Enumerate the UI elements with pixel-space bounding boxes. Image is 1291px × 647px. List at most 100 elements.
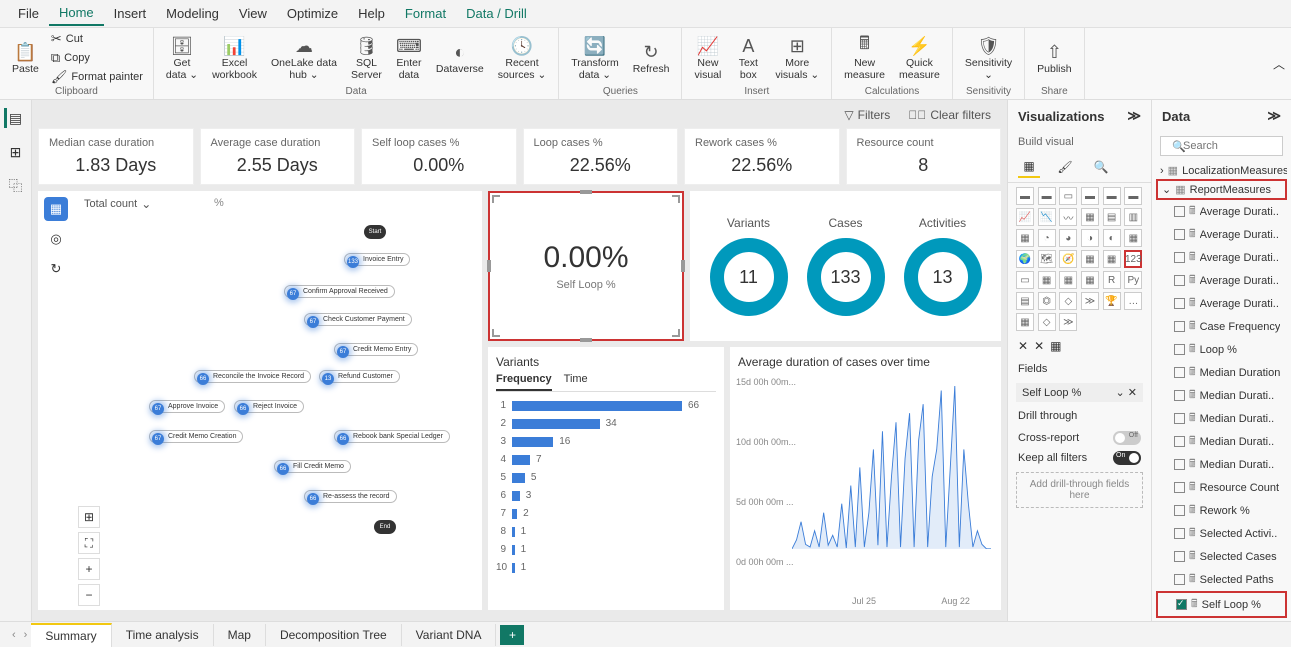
ribbon-collapse-icon[interactable]: ︿ <box>1273 55 1285 72</box>
process-dropdown[interactable]: Total count <box>84 197 151 211</box>
viz-type-icon[interactable]: ◑ <box>1081 229 1099 247</box>
dataverse-button[interactable]: ◐Dataverse <box>430 38 490 78</box>
viz-type-icon[interactable]: ◔ <box>1038 229 1056 247</box>
data-collapse-icon[interactable]: ≫ <box>1267 108 1281 124</box>
viz-type-icon[interactable]: ⏣ <box>1038 292 1056 310</box>
viz-type-icon[interactable]: ▤ <box>1103 208 1121 226</box>
process-grid-icon[interactable]: ⊞ <box>78 506 100 528</box>
viz-type-icon[interactable]: ▦ <box>1124 229 1142 247</box>
viz-type-icon[interactable]: 🏆 <box>1103 292 1121 310</box>
tab-next[interactable]: › <box>20 629 32 641</box>
duration-chart-visual[interactable]: Average duration of cases over time 15d … <box>730 347 1001 610</box>
table-reportmeasures[interactable]: ⌄▦ReportMeasures <box>1156 179 1287 200</box>
card-rework[interactable]: Rework cases %22.56% <box>684 128 840 185</box>
process-zoom-in-icon[interactable]: + <box>78 558 100 580</box>
viz-type-icon[interactable]: ▬ <box>1081 187 1099 205</box>
viz-type-icon[interactable]: ▤ <box>1016 292 1034 310</box>
card-loop[interactable]: Loop cases %22.56% <box>523 128 679 185</box>
field-well-selfloop[interactable]: Self Loop %⌄ ✕ <box>1016 383 1143 402</box>
card-resource[interactable]: Resource count8 <box>846 128 1002 185</box>
tab-map[interactable]: Map <box>214 624 266 646</box>
field-item[interactable]: 🖩Median Durati.. <box>1156 384 1287 407</box>
model-view-icon[interactable]: ⿻ <box>6 176 26 196</box>
viz-type-icon[interactable]: ▬ <box>1124 187 1142 205</box>
viz-type-icon[interactable]: ◇ <box>1038 313 1056 331</box>
variant-bar-row[interactable]: 91 <box>496 544 716 555</box>
tab-prev[interactable]: ‹ <box>8 629 20 641</box>
process-refresh-icon[interactable]: ↻ <box>44 257 68 281</box>
viz-type-icon[interactable]: ▬ <box>1103 187 1121 205</box>
field-item[interactable]: 🖩Resource Count <box>1156 476 1287 499</box>
process-fit-icon[interactable]: ⛶ <box>78 532 100 554</box>
field-item[interactable]: 🖩Unselected Acti.. <box>1156 618 1287 621</box>
viz-type-icon[interactable]: ▦ <box>1059 271 1077 289</box>
process-node[interactable]: 66Reject Invoice <box>234 400 304 413</box>
variant-bar-row[interactable]: 63 <box>496 490 716 501</box>
donuts-visual[interactable]: Variants11 Cases133 Activities13 <box>690 191 1001 341</box>
refresh-button[interactable]: ↻Refresh <box>627 38 676 78</box>
excel-button[interactable]: 📊Excel workbook <box>206 32 263 83</box>
transform-data-button[interactable]: 🔄Transform data ⌄ <box>565 32 624 83</box>
onelake-button[interactable]: ☁OneLake data hub ⌄ <box>265 32 343 83</box>
sensitivity-button[interactable]: 🛡Sensitivity ⌄ <box>959 32 1018 83</box>
tab-variant-dna[interactable]: Variant DNA <box>402 624 497 646</box>
field-item[interactable]: 🖩Average Durati.. <box>1156 246 1287 269</box>
paste-button[interactable]: 📋Paste <box>6 38 45 78</box>
variant-bar-row[interactable]: 101 <box>496 562 716 573</box>
viz-type-icon[interactable]: ▦ <box>1016 229 1034 247</box>
copy-button[interactable]: ⧉Copy <box>47 49 147 67</box>
card-selfloop[interactable]: Self loop cases %0.00% <box>361 128 517 185</box>
menu-format[interactable]: Format <box>395 2 456 25</box>
process-map-visual[interactable]: ▦ ◎ ↻ Total count % Start133Invoice Entr… <box>38 191 482 610</box>
viz-tab-format[interactable]: 🖌 <box>1054 156 1076 178</box>
field-item[interactable]: 🖩Median Durati.. <box>1156 430 1287 453</box>
viz-collapse-icon[interactable]: ≫ <box>1127 108 1141 124</box>
menu-help[interactable]: Help <box>348 2 395 25</box>
field-item[interactable]: 🖩Median Durati.. <box>1156 407 1287 430</box>
process-zoom-out-icon[interactable]: − <box>78 584 100 606</box>
cut-button[interactable]: ✂Cut <box>47 30 147 48</box>
menu-view[interactable]: View <box>229 2 277 25</box>
field-item[interactable]: 🖩Case Frequency <box>1156 315 1287 338</box>
drill-through-dropzone[interactable]: Add drill-through fields here <box>1016 472 1143 508</box>
process-node[interactable]: 67Credit Memo Entry <box>334 343 418 356</box>
data-view-icon[interactable]: ⊞ <box>6 142 26 162</box>
viz-type-icon[interactable]: ◐ <box>1103 229 1121 247</box>
viz-tools-icon[interactable]: ✕ <box>1018 339 1028 353</box>
viz-type-icon[interactable]: 123 <box>1124 250 1142 268</box>
viz-type-icon[interactable]: ◕ <box>1059 229 1077 247</box>
viz-tools-icon2[interactable]: ✕ <box>1034 339 1044 353</box>
viz-type-icon[interactable]: 📈 <box>1016 208 1034 226</box>
add-page-button[interactable]: + <box>500 625 524 645</box>
menu-file[interactable]: File <box>8 2 49 25</box>
tab-summary[interactable]: Summary <box>31 623 111 647</box>
clear-filters-button[interactable]: �⃠ Clear filters <box>908 108 991 122</box>
menu-home[interactable]: Home <box>49 1 104 26</box>
field-item[interactable]: 🖩Average Durati.. <box>1156 269 1287 292</box>
table-localization[interactable]: ›▦LocalizationMeasures <box>1156 162 1287 179</box>
field-item[interactable]: 🖩Average Durati.. <box>1156 223 1287 246</box>
menu-optimize[interactable]: Optimize <box>277 2 348 25</box>
process-node[interactable]: 13Refund Customer <box>319 370 400 383</box>
process-view-icon[interactable]: ▦ <box>44 197 68 221</box>
viz-type-icon[interactable]: ▦ <box>1081 250 1099 268</box>
process-node[interactable]: 66Reconcile the Invoice Record <box>194 370 311 383</box>
field-item[interactable]: 🖩Loop % <box>1156 338 1287 361</box>
field-item[interactable]: 🖩Rework % <box>1156 499 1287 522</box>
viz-type-icon[interactable]: ▦ <box>1038 271 1056 289</box>
viz-type-icon[interactable]: ▦ <box>1016 313 1034 331</box>
cross-report-toggle[interactable]: Off <box>1113 431 1141 445</box>
viz-type-icon[interactable]: ◇ <box>1059 292 1077 310</box>
viz-type-icon[interactable]: ≫ <box>1059 313 1077 331</box>
tab-time-analysis[interactable]: Time analysis <box>112 624 214 646</box>
menu-insert[interactable]: Insert <box>104 2 157 25</box>
publish-button[interactable]: ⇧Publish <box>1031 38 1077 78</box>
get-data-button[interactable]: 🗄Get data ⌄ <box>160 32 204 83</box>
viz-tools-icon3[interactable]: ▦ <box>1050 339 1061 353</box>
viz-type-icon[interactable]: ≫ <box>1081 292 1099 310</box>
process-node[interactable]: 67Approve Invoice <box>149 400 225 413</box>
viz-type-icon[interactable]: … <box>1124 292 1142 310</box>
recent-sources-button[interactable]: 🕓Recent sources ⌄ <box>492 32 552 83</box>
viz-type-icon[interactable]: 🗺 <box>1038 250 1056 268</box>
variant-bar-row[interactable]: 316 <box>496 436 716 447</box>
